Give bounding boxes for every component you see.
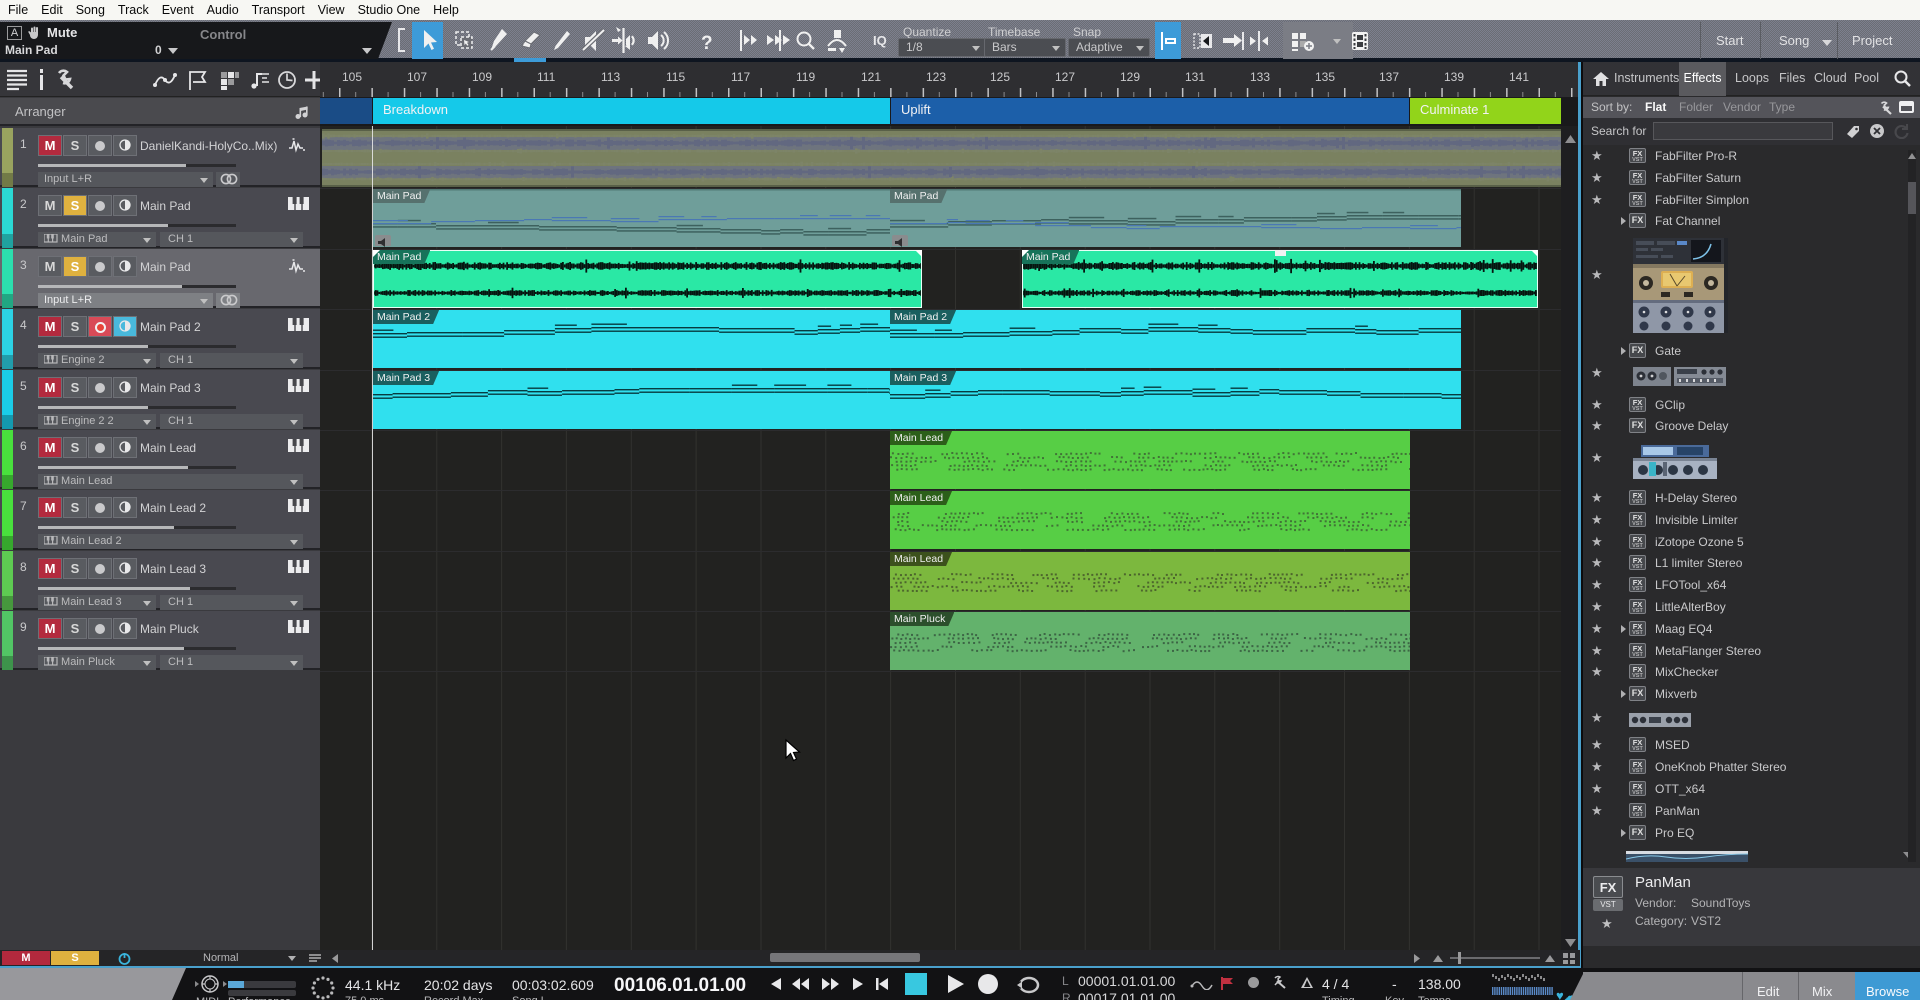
svg-text:?: ? <box>701 33 713 54</box>
